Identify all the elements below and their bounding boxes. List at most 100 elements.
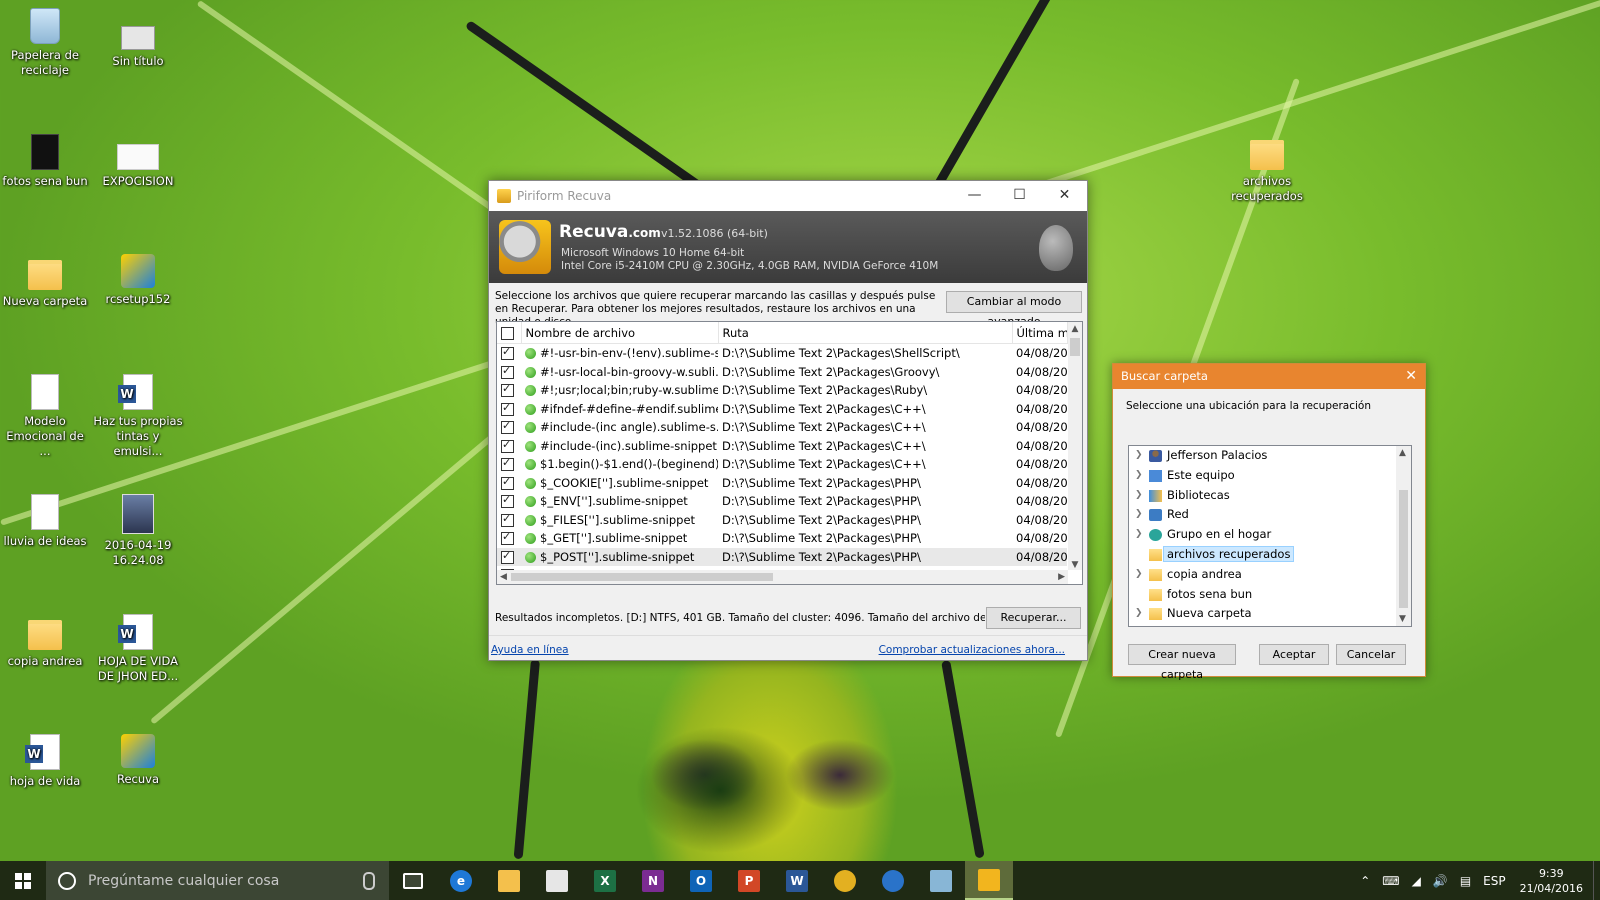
taskbar-app-task-view[interactable] <box>389 861 437 900</box>
file-checkbox-cell[interactable] <box>497 344 521 363</box>
language-indicator[interactable]: ESP <box>1483 874 1505 888</box>
file-checkbox[interactable] <box>501 475 514 490</box>
minimize-button[interactable]: — <box>952 181 997 211</box>
results-horizontal-scrollbar[interactable]: ◀ ▶ <box>497 570 1068 584</box>
microphone-icon[interactable] <box>363 872 375 890</box>
action-center-icon[interactable]: ▤ <box>1460 874 1471 888</box>
scroll-right-arrow-icon[interactable]: ▶ <box>1058 570 1065 584</box>
desktop-icon-lluvia-de-ideas[interactable]: lluvia de ideas <box>0 494 90 549</box>
taskbar-app-onenote[interactable]: N <box>629 861 677 900</box>
tree-item[interactable]: fotos sena bun <box>1129 585 1411 605</box>
file-checkbox[interactable] <box>501 345 514 361</box>
taskbar-app-outlook[interactable]: O <box>677 861 725 900</box>
file-row[interactable]: $_POST[''].sublime-snippet D:\?\Sublime T… <box>497 547 1067 566</box>
file-checkbox-cell[interactable] <box>497 381 521 400</box>
taskbar-app-excel[interactable]: X <box>581 861 629 900</box>
file-checkbox-cell[interactable] <box>497 418 521 437</box>
file-checkbox[interactable] <box>501 364 514 379</box>
desktop-icon-haz-tus-propias[interactable]: Haz tus propias tintas y emulsi... <box>93 374 183 459</box>
desktop-icon-photo[interactable]: 2016-04-19 16.24.08 <box>93 494 183 568</box>
new-folder-button[interactable]: Crear nueva carpeta <box>1128 644 1236 681</box>
cortana-search-box[interactable]: Pregúntame cualquier cosa <box>46 861 389 900</box>
file-row[interactable]: #include-(inc).sublime-snippet D:\?\Subli… <box>497 437 1067 456</box>
scroll-down-arrow-icon[interactable]: ▼ <box>1399 614 1406 624</box>
expand-chevron-icon[interactable]: ❯ <box>1135 505 1143 525</box>
scroll-down-arrow-icon[interactable]: ▼ <box>1068 560 1082 570</box>
file-checkbox[interactable] <box>501 456 514 472</box>
close-button[interactable]: ✕ <box>1042 181 1087 211</box>
file-row[interactable]: #!-usr-bin-env-(!env).sublime-s... D:\?\S… <box>497 344 1067 363</box>
expand-chevron-icon[interactable]: ❯ <box>1135 604 1143 624</box>
network-icon[interactable]: ◢ <box>1412 874 1421 888</box>
tree-item[interactable]: ❯ Bibliotecas <box>1129 486 1411 506</box>
maximize-button[interactable]: ☐ <box>997 181 1042 211</box>
file-checkbox-cell[interactable] <box>497 437 521 456</box>
scroll-left-arrow-icon[interactable]: ◀ <box>500 570 507 584</box>
file-row[interactable]: $1.begin()-$1.end()-(beginend).... D:\?\S… <box>497 455 1067 474</box>
scroll-up-arrow-icon[interactable]: ▲ <box>1399 448 1406 458</box>
scrollbar-thumb[interactable] <box>1070 338 1080 356</box>
tree-item[interactable]: ❯ Red <box>1129 505 1411 525</box>
file-row[interactable]: #!;usr;local;bin;ruby-w.sublime... D:\?\S… <box>497 381 1067 400</box>
desktop-icon-recuva[interactable]: Recuva <box>93 734 183 787</box>
file-checkbox-cell[interactable] <box>497 400 521 419</box>
file-row[interactable]: $_GET[''].sublime-snippet D:\?\Sublime Te… <box>497 529 1067 548</box>
file-checkbox[interactable] <box>501 382 514 398</box>
desktop-icon-copia-andrea[interactable]: copia andrea <box>0 614 90 669</box>
column-header-modified[interactable]: Última mc <box>1012 322 1068 344</box>
expand-chevron-icon[interactable]: ❯ <box>1135 466 1143 486</box>
check-updates-link[interactable]: Comprobar actualizaciones ahora... <box>879 644 1065 656</box>
desktop-icon-expocision[interactable]: EXPOCISION <box>93 134 183 189</box>
results-vertical-scrollbar[interactable]: ▲ ▼ <box>1068 322 1082 570</box>
file-row[interactable]: $_ENV[''].sublime-snippet D:\?\Sublime Te… <box>497 492 1067 511</box>
column-header-filename[interactable]: Nombre de archivo <box>521 322 719 344</box>
desktop-icon-nueva-carpeta[interactable]: Nueva carpeta <box>0 254 90 309</box>
expand-chevron-icon[interactable]: ❯ <box>1135 446 1143 466</box>
taskbar-app-paint[interactable] <box>917 861 965 900</box>
file-checkbox-cell[interactable] <box>497 492 521 511</box>
desktop-icon-archivos-recuperados[interactable]: archivos recuperados <box>1222 134 1312 204</box>
taskbar-app-word[interactable]: W <box>773 861 821 900</box>
recuva-titlebar[interactable]: Piriform Recuva — ☐ ✕ <box>489 181 1087 211</box>
expand-chevron-icon[interactable]: ❯ <box>1135 525 1143 545</box>
file-checkbox[interactable] <box>501 549 514 564</box>
scroll-up-arrow-icon[interactable]: ▲ <box>1068 324 1082 334</box>
select-all-column[interactable] <box>497 322 522 344</box>
file-row[interactable]: $_COOKIE[''].sublime-snippet D:\?\Sublime… <box>497 474 1067 493</box>
show-hidden-icons-chevron-icon[interactable]: ⌃ <box>1360 874 1370 888</box>
taskbar-app-powerpoint[interactable]: P <box>725 861 773 900</box>
file-checkbox-cell[interactable] <box>497 529 521 548</box>
file-checkbox[interactable] <box>501 530 514 546</box>
tree-item[interactable]: ❯ copia andrea <box>1129 565 1411 585</box>
expand-chevron-icon[interactable]: ❯ <box>1135 565 1143 585</box>
taskbar-app-onedrive[interactable] <box>869 861 917 900</box>
desktop-icon-modelo-emocional[interactable]: Modelo Emocional de ... <box>0 374 90 459</box>
taskbar-app-recuva[interactable] <box>965 861 1013 900</box>
file-checkbox[interactable] <box>501 493 514 509</box>
desktop-icon-fotos-sena-bun[interactable]: fotos sena bun <box>0 134 90 189</box>
file-checkbox-cell[interactable] <box>497 511 521 530</box>
tree-vertical-scrollbar[interactable]: ▲ ▼ <box>1396 446 1411 626</box>
desktop-icon-hoja-de-vida-jhon[interactable]: HOJA DE VIDA DE JHON ED... <box>93 614 183 684</box>
desktop-icon-recycle-bin[interactable]: Papelera de reciclaje <box>0 8 90 78</box>
tree-item[interactable]: archivos recuperados <box>1129 545 1411 565</box>
online-help-link[interactable]: Ayuda en línea <box>491 644 569 656</box>
input-indicator-icon[interactable]: ⌨ <box>1382 874 1399 888</box>
file-checkbox[interactable] <box>501 512 514 527</box>
file-checkbox[interactable] <box>501 401 514 416</box>
advanced-mode-button[interactable]: Cambiar al modo avanzado <box>946 291 1082 328</box>
taskbar-app-store[interactable] <box>533 861 581 900</box>
tree-item[interactable]: ❯ Este equipo <box>1129 466 1411 486</box>
file-checkbox-cell[interactable] <box>497 474 521 493</box>
recover-button[interactable]: Recuperar... <box>986 607 1081 629</box>
scrollbar-thumb[interactable] <box>511 573 773 581</box>
taskbar-app-file-explorer[interactable] <box>485 861 533 900</box>
desktop-icon-rcsetup152[interactable]: rcsetup152 <box>93 254 183 307</box>
file-checkbox[interactable] <box>501 419 514 435</box>
close-icon[interactable]: ✕ <box>1405 364 1417 389</box>
cancel-button[interactable]: Cancelar <box>1336 644 1406 665</box>
show-desktop-button[interactable] <box>1593 861 1600 900</box>
file-row[interactable]: #!-usr-local-bin-groovy-w.subli... D:\?\S… <box>497 363 1067 382</box>
expand-chevron-icon[interactable]: ❯ <box>1135 486 1143 506</box>
file-checkbox-cell[interactable] <box>497 363 521 382</box>
